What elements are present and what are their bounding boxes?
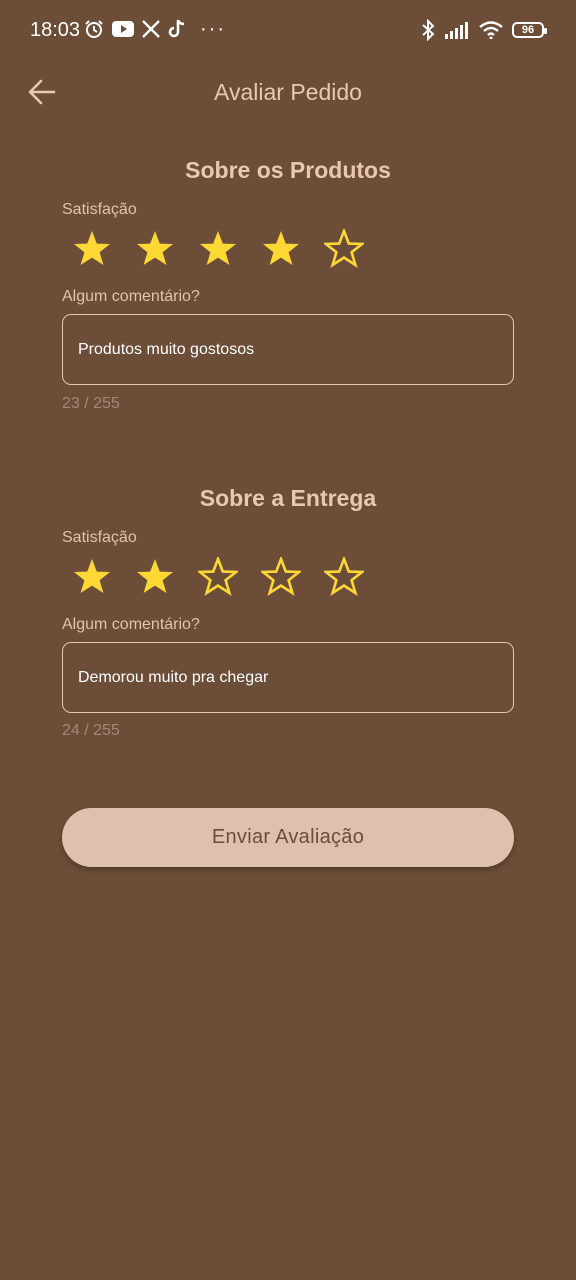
app-bar: Avaliar Pedido [0, 62, 576, 122]
products-comment-field[interactable]: Produtos muito gostosos [62, 314, 514, 385]
status-left-icons: ··· [84, 19, 226, 39]
delivery-char-counter: 24 / 255 [62, 722, 120, 739]
signal-icon [444, 21, 470, 39]
products-char-counter: 23 / 255 [62, 395, 120, 412]
star-outline-icon[interactable] [198, 557, 238, 597]
delivery-rating [72, 557, 364, 597]
star-filled-icon[interactable] [261, 229, 301, 269]
status-right-icons: 96 [421, 19, 547, 41]
battery-icon: 96 [512, 22, 547, 38]
tiktok-icon [168, 19, 186, 39]
delivery-section-title: Sobre a Entrega [199, 485, 377, 511]
star-filled-icon[interactable] [135, 557, 175, 597]
products-rating [72, 229, 364, 269]
more-icon: ··· [200, 18, 226, 40]
x-icon [142, 20, 160, 38]
star-outline-icon[interactable] [261, 557, 301, 597]
wifi-icon [479, 21, 503, 39]
delivery-comment-label: Algum comentário? [62, 616, 200, 633]
star-outline-icon[interactable] [324, 557, 364, 597]
battery-level: 96 [521, 24, 535, 36]
delivery-comment-value: Demorou muito pra chegar [78, 669, 269, 686]
page-title: Avaliar Pedido [214, 79, 362, 105]
submit-rating-button[interactable]: Enviar Avaliação [62, 808, 514, 867]
star-filled-icon[interactable] [72, 557, 112, 597]
delivery-comment-field[interactable]: Demorou muito pra chegar [62, 642, 514, 713]
products-satisfaction-label: Satisfação [62, 201, 137, 218]
products-comment-label: Algum comentário? [62, 288, 200, 305]
status-time: 18:03 [30, 19, 81, 41]
star-filled-icon[interactable] [72, 229, 112, 269]
alarm-icon [84, 19, 104, 39]
bluetooth-icon [421, 19, 435, 41]
youtube-icon [112, 21, 134, 37]
products-section-title: Sobre os Produtos [185, 157, 391, 183]
products-comment-value: Produtos muito gostosos [78, 341, 255, 358]
star-outline-icon[interactable] [324, 229, 364, 269]
submit-button-label: Enviar Avaliação [211, 826, 365, 848]
star-filled-icon[interactable] [198, 229, 238, 269]
status-bar: 18:03 ··· 96 [0, 0, 576, 62]
delivery-satisfaction-label: Satisfação [62, 529, 137, 546]
star-filled-icon[interactable] [135, 229, 175, 269]
